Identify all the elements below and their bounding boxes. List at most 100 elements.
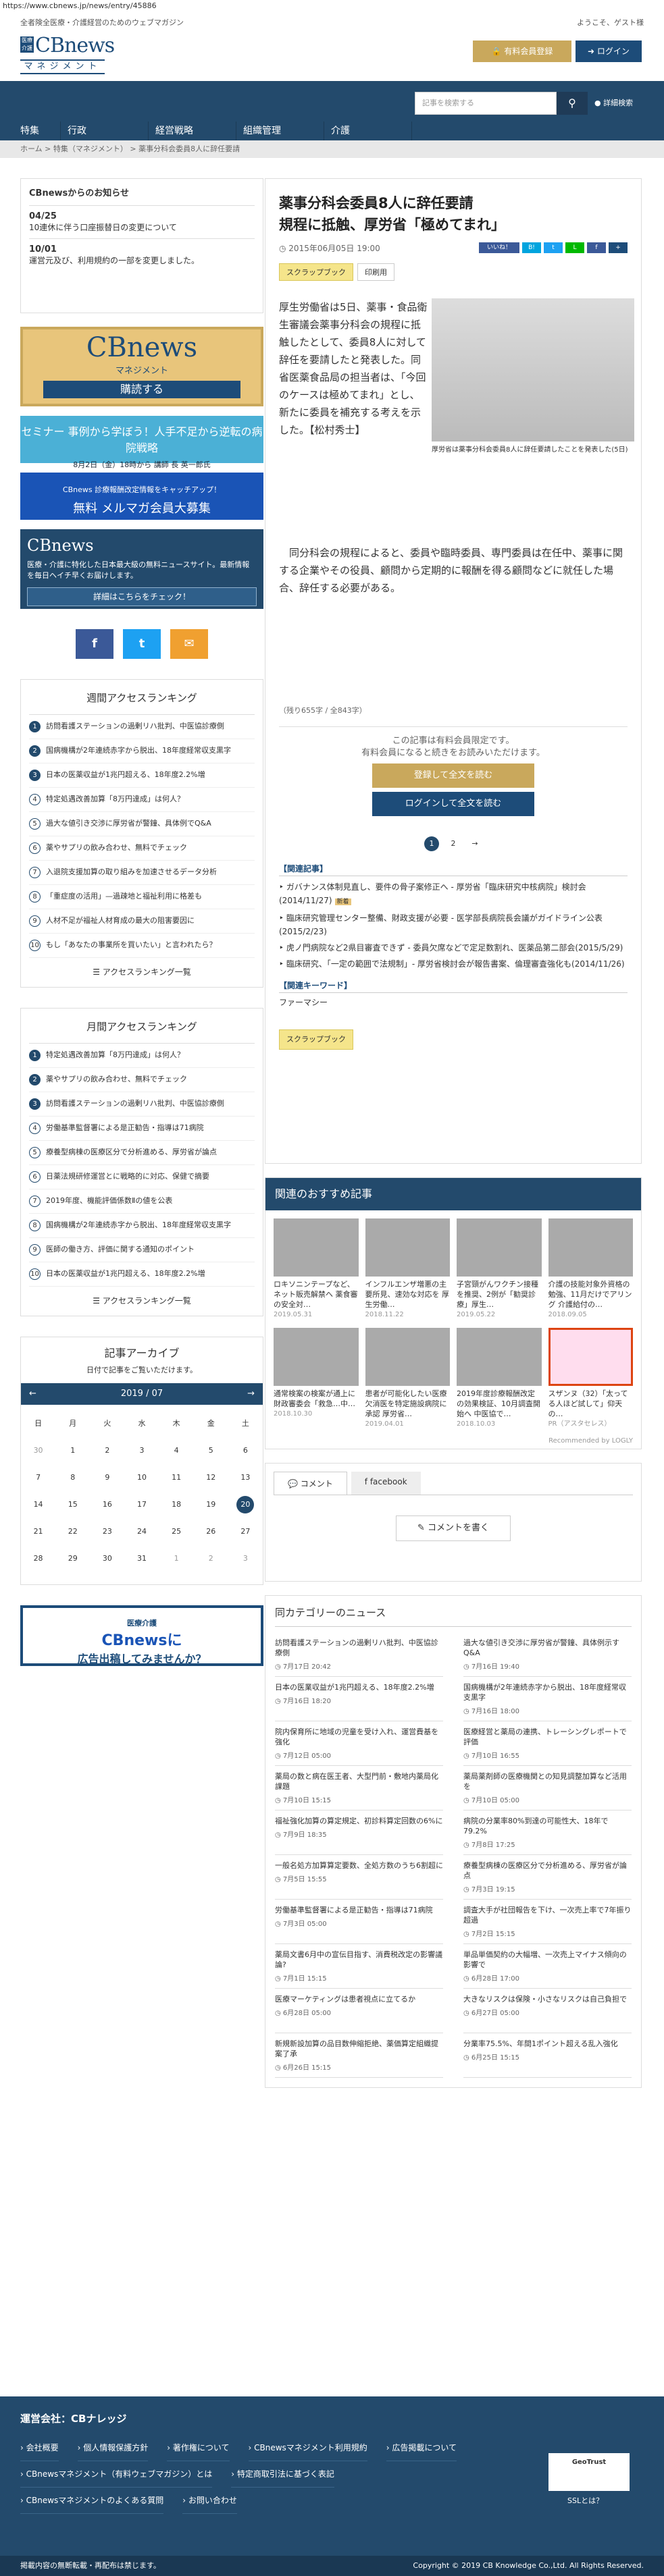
related-item[interactable]: ‣ 臨床研究管理センター整備、財政支援が必要 - 医学部長病院長会議がガイドライ…: [279, 910, 628, 940]
print-button[interactable]: 印刷用: [357, 263, 394, 281]
ranking-item[interactable]: 6 日薬法規研修運営とに戦略的に対応、保健で摘要: [29, 1165, 255, 1189]
news-item[interactable]: 医療マーケティングは患者視点に立てるか ◷ 6月28日 05:00: [275, 1989, 443, 2033]
ranking-item[interactable]: 8 「重症度の活用」—過疎地と福祉利用に格差も: [29, 885, 255, 909]
calendar-day[interactable]: 1: [55, 1437, 90, 1464]
calendar-day[interactable]: 6: [228, 1437, 263, 1464]
notice-item[interactable]: 10/01 運営元及び、利用規約の一部を変更しました。: [29, 238, 255, 271]
calendar-day[interactable]: 7: [21, 1464, 55, 1491]
ranking-item[interactable]: 3 日本の医薬収益が1兆円超える、18年度2.2%増: [29, 763, 255, 788]
cbnews-subscribe-ad[interactable]: CBnews マネジメント 購読する: [20, 327, 263, 406]
ranking-item[interactable]: 4 特定処遇改善加算「8万円達成」は何人？: [29, 788, 255, 812]
news-item[interactable]: 過大な値引き交渉に厚労省が警鐘、具体例示すQ&A ◷ 7月16日 19:40: [463, 1632, 632, 1677]
calendar-day[interactable]: 3: [228, 1545, 263, 1572]
advanced-search-link[interactable]: ● 詳細検索: [594, 92, 633, 115]
footer-link[interactable]: › CBnewsマネジメント（有料ウェブマガジン）とは: [20, 2461, 213, 2488]
ranking-item[interactable]: 9 医師の働き方、評価に関する通知のポイント: [29, 1238, 255, 1262]
weekly-ranking-more[interactable]: ☰ アクセスランキング一覧: [29, 958, 255, 980]
calendar-day[interactable]: 2: [194, 1545, 228, 1572]
footer-link[interactable]: › 特定商取引法に基づく表記: [231, 2461, 334, 2488]
ranking-item[interactable]: 10 もし「あなたの事業所を買いたい」と言われたら？: [29, 934, 255, 958]
news-item[interactable]: 福祉強化加算の算定規定、初診料算定回数の6%に ◷ 7月9日 18:35: [275, 1810, 443, 1855]
mailmag-ad[interactable]: CBnews 診療報酬改定情報をキャッチアップ！ 無料 メルマガ会員大募集: [20, 473, 263, 520]
news-item[interactable]: 大きなリスクは保険・小さなリスクは自己負担で ◷ 6月27日 05:00: [463, 1989, 632, 2033]
member-register-button[interactable]: 🔒 有料会員登録: [473, 41, 571, 62]
news-item[interactable]: 国病機構が2年連続赤字から脱出、18年度経常収支黒字 ◷ 7月16日 18:00: [463, 1677, 632, 1721]
footer-link[interactable]: › 広告掲載について: [386, 2435, 457, 2461]
site-logo[interactable]: 医療介護 CBnews マネジメント: [20, 34, 115, 77]
news-item[interactable]: 病院の分業率80%到達の可能性大、18年で79.2% ◷ 7月8日 17:25: [463, 1810, 632, 1855]
info-detail-button[interactable]: 詳細はこちらをチェック！: [27, 587, 257, 606]
ranking-item[interactable]: 3 訪問看護ステーションの過剰リハ批判、中医協診療側: [29, 1092, 255, 1117]
calendar-day[interactable]: 22: [55, 1518, 90, 1545]
calendar-day[interactable]: 29: [55, 1545, 90, 1572]
ranking-item[interactable]: 7 2019年度、機能評価係数Ⅱの値を公表: [29, 1189, 255, 1214]
ranking-item[interactable]: 6 薬やサプリの飲み合わせ、無料でチェック: [29, 836, 255, 861]
ranking-item[interactable]: 5 過大な値引き交渉に厚労省が警鐘、具体例でQ&A: [29, 812, 255, 836]
calendar-day[interactable]: 8: [55, 1464, 90, 1491]
news-item[interactable]: 単品単価契約の大幅増、一次売上マイナス傾向の影響で ◷ 6月28日 17:00: [463, 1944, 632, 1989]
next-month-icon[interactable]: →: [247, 1383, 255, 1405]
recommended-card[interactable]: ロキソニンテープなど、ネット販売解禁へ 薬食審の安全対… 2019.05.31: [274, 1218, 359, 1320]
recommended-card[interactable]: 患者が可能化したい医療欠消医を特定施設病院に承認 厚労省… 2019.04.01: [365, 1328, 450, 1429]
calendar-day[interactable]: 16: [90, 1491, 124, 1518]
news-item[interactable]: 労働基準監督署による是正勧告・指導は71病院 ◷ 7月3日 05:00: [275, 1900, 443, 1944]
mail-icon[interactable]: ✉: [170, 629, 208, 659]
page-1[interactable]: 1: [424, 836, 439, 851]
calendar-day[interactable]: 25: [159, 1518, 194, 1545]
keyword-link[interactable]: ファーマシー: [279, 996, 628, 1009]
recommended-card[interactable]: スザンヌ（32）「太ってる人ほど試して」仰天の… PR（アスタセレス）: [548, 1328, 633, 1429]
scrapbook-button-bottom[interactable]: スクラップブック: [279, 1029, 353, 1050]
login-button[interactable]: ➜ ログイン: [576, 41, 642, 62]
hatena-icon[interactable]: B!: [522, 242, 541, 253]
twitter-share-icon[interactable]: t: [544, 242, 563, 253]
news-item[interactable]: 院内保育所に地域の児童を受け入れ、運営費基を強化 ◷ 7月12日 05:00: [275, 1721, 443, 1766]
search-input[interactable]: 記事を検索する: [415, 92, 557, 115]
tab-facebook[interactable]: f facebook: [351, 1472, 421, 1495]
nav-item-org[interactable]: 組織管理: [236, 122, 324, 140]
ranking-item[interactable]: 2 国病機構が2年連続赤字から脱出、18年度経常収支黒字: [29, 739, 255, 763]
related-item[interactable]: ‣ 臨床研究、「一定の範囲で法規制」- 厚労省検討会が報告書案、倫理審査強化も(…: [279, 956, 628, 972]
ranking-item[interactable]: 1 訪問看護ステーションの過剰リハ批判、中医協診療側: [29, 715, 255, 739]
nav-item-admin[interactable]: 行政: [61, 122, 149, 140]
ranking-item[interactable]: 1 特定処遇改善加算「8万円達成」は何人？: [29, 1044, 255, 1068]
news-item[interactable]: 日本の医業収益が1兆円超える、18年度2.2%増 ◷ 7月16日 18:20: [275, 1677, 443, 1721]
news-item[interactable]: 療養型病棟の医療区分で分析進める、厚労省が論点 ◷ 7月3日 19:15: [463, 1855, 632, 1900]
footer-link[interactable]: › CBnewsマネジメント利用規約: [248, 2435, 367, 2461]
nav-item-care[interactable]: 介護: [324, 122, 412, 140]
news-item[interactable]: 一般名処方加算算定要数、全処方数のうち6割超に ◷ 7月5日 15:55: [275, 1855, 443, 1900]
ranking-item[interactable]: 9 人材不足が福祉人材育成の最大の阻害要因に: [29, 909, 255, 934]
calendar-day[interactable]: 30: [21, 1437, 55, 1464]
footer-link[interactable]: › 会社概要: [20, 2435, 59, 2461]
calendar-day[interactable]: 2: [90, 1437, 124, 1464]
footer-link[interactable]: › お問い合わせ: [182, 2488, 237, 2514]
fb-like-button[interactable]: いいね！: [479, 242, 519, 253]
news-item[interactable]: 薬局文書6月中の宣伝目指す、消費税改定の影響議論? ◷ 7月1日 15:15: [275, 1944, 443, 1989]
tab-comment[interactable]: 💬 コメント: [274, 1472, 347, 1495]
calendar-day[interactable]: 11: [159, 1464, 194, 1491]
register-read-button[interactable]: 登録して全文を読む: [372, 763, 534, 788]
ranking-item[interactable]: 10 日本の医薬収益が1兆円超える、18年度2.2%増: [29, 1262, 255, 1287]
search-button[interactable]: ⚲: [557, 92, 588, 115]
news-item[interactable]: 調査大手が社団報告を下け、一次売上率で7年振り超過 ◷ 7月2日 15:15: [463, 1900, 632, 1944]
calendar-day[interactable]: 26: [194, 1518, 228, 1545]
recommended-card[interactable]: インフルエンザ増悪の主要所見、速効な対応を 厚生労働… 2018.11.22: [365, 1218, 450, 1320]
calendar-day[interactable]: 14: [21, 1491, 55, 1518]
ranking-item[interactable]: 7 入退院支援加算の取り組みを加速させるデータ分析: [29, 861, 255, 885]
calendar-day[interactable]: 9: [90, 1464, 124, 1491]
line-icon[interactable]: L: [565, 242, 584, 253]
related-item[interactable]: ‣ ガバナンス体制見直し、要件の骨子案修正へ - 厚労省「臨床研究中核病院」検討…: [279, 879, 628, 910]
calendar-day[interactable]: 13: [228, 1464, 263, 1491]
notice-item[interactable]: 04/25 10連休に伴う口座振替日の変更について: [29, 205, 255, 238]
url-bar[interactable]: https://www.cbnews.jp/news/entry/45886: [0, 0, 664, 12]
twitter-icon[interactable]: t: [123, 629, 161, 659]
calendar-day[interactable]: 19: [194, 1491, 228, 1518]
gplus-icon[interactable]: +: [609, 242, 628, 253]
scrapbook-button[interactable]: スクラップブック: [279, 263, 353, 281]
calendar-day[interactable]: 27: [228, 1518, 263, 1545]
ssl-link[interactable]: SSLとは？: [567, 2495, 603, 2506]
nav-item-feature[interactable]: 特集: [0, 122, 61, 140]
calendar-day[interactable]: 1: [159, 1545, 194, 1572]
nav-item-strategy[interactable]: 経営戦略: [149, 122, 236, 140]
calendar-day[interactable]: 4: [159, 1437, 194, 1464]
write-comment-button[interactable]: ✎ コメントを書く: [396, 1515, 511, 1541]
